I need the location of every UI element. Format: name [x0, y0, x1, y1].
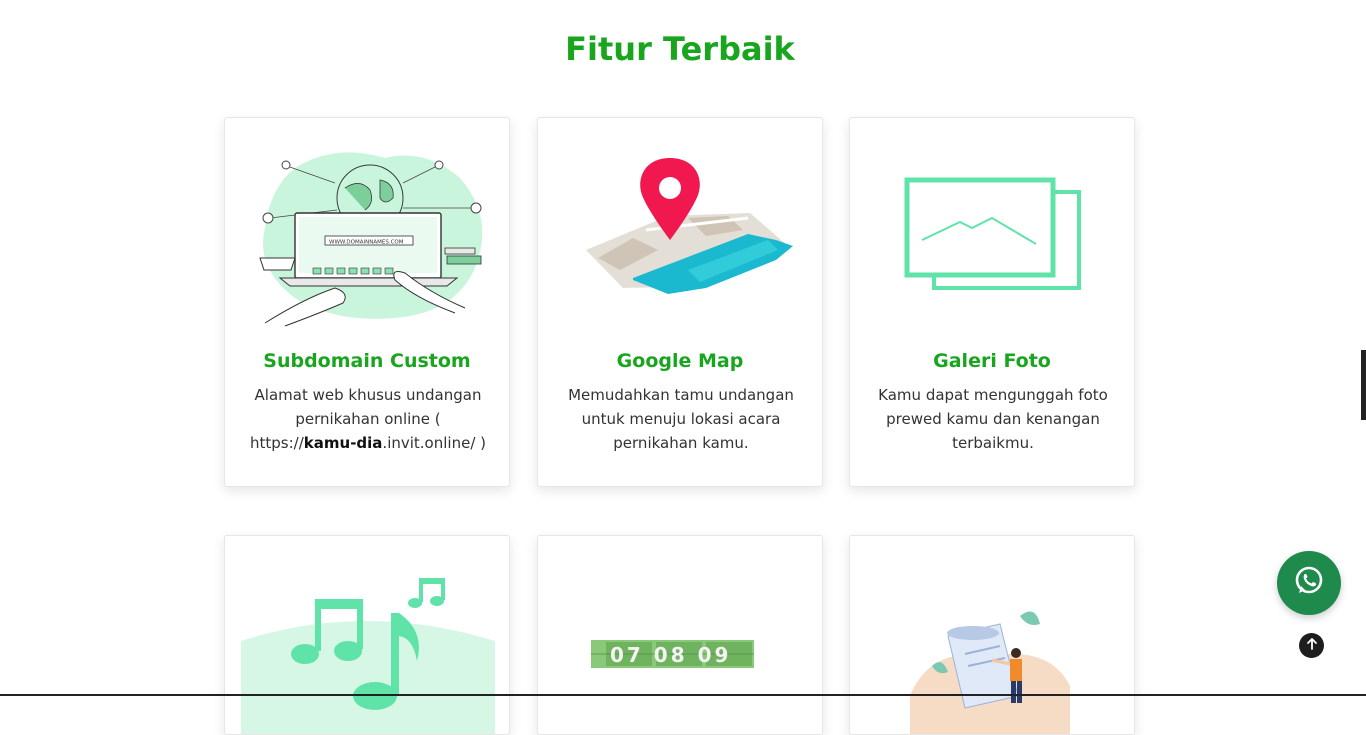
whatsapp-button[interactable] — [1277, 551, 1341, 615]
feature-desc: Memudahkan tamu undangan untuk menuju lo… — [568, 386, 794, 452]
feature-desc: Alamat web khusus undangan pernikahan on… — [250, 386, 486, 452]
feature-card-countdown: 07 08 09 — [537, 535, 823, 735]
feature-card-galeri-foto: Galeri Foto Kamu dapat mengunggah foto p… — [849, 117, 1135, 487]
countdown-digits: 07 08 09 — [610, 643, 731, 667]
feature-title: Google Map — [616, 350, 744, 372]
photo-gallery-illustration — [850, 118, 1134, 348]
countdown-illustration: 07 08 09 — [538, 536, 822, 734]
section-title: Fitur Terbaik — [565, 30, 795, 68]
feature-title: Subdomain Custom — [263, 350, 471, 372]
map-pin-illustration — [538, 118, 822, 348]
music-notes-illustration — [225, 536, 509, 734]
scrollbar-thumb[interactable] — [1361, 350, 1366, 420]
feature-card-music — [224, 535, 510, 735]
domain-art-text: WWW.DOMAINNAMES.COM — [329, 240, 404, 246]
scroll-to-top-button[interactable] — [1299, 633, 1324, 658]
feature-desc: Kamu dapat mengunggah foto prewed kamu d… — [878, 386, 1108, 452]
feature-title: Galeri Foto — [933, 350, 1051, 372]
arrow-up-icon — [1305, 636, 1319, 655]
guestbook-illustration — [850, 536, 1134, 734]
feature-card-google-map: Google Map Memudahkan tamu undangan untu… — [537, 117, 823, 487]
feature-card-guestbook — [849, 535, 1135, 735]
feature-card-subdomain: WWW.DOMAINNAMES.COM Subdomain Custom Ala… — [224, 117, 510, 487]
whatsapp-icon — [1292, 564, 1326, 602]
website-domain-illustration: WWW.DOMAINNAMES.COM — [225, 118, 509, 348]
